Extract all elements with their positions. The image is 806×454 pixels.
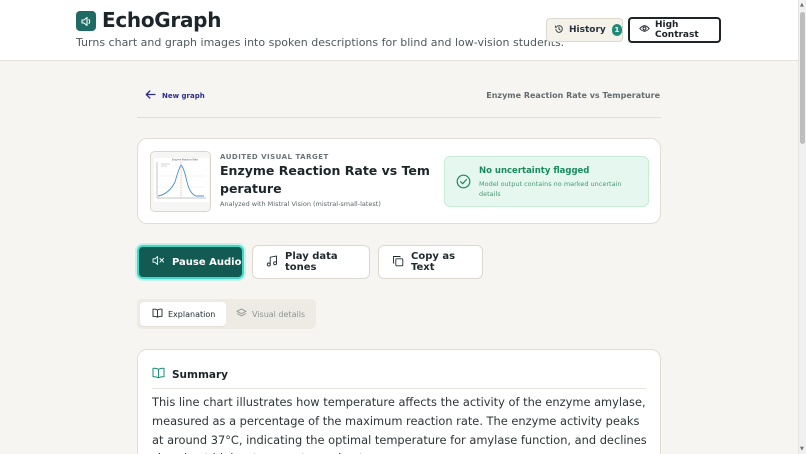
summary-heading: Summary	[152, 367, 228, 382]
pause-audio-label: Pause Audio	[172, 256, 242, 268]
svg-text:Enzyme Reaction Rate: Enzyme Reaction Rate	[172, 159, 198, 162]
book-open-icon	[152, 367, 165, 382]
divider	[137, 117, 661, 118]
uncertainty-text: Model output contains no marked uncertai…	[479, 180, 622, 198]
book-icon	[152, 308, 163, 320]
play-data-tones-label: Play data tones	[285, 251, 338, 273]
uncertainty-title: No uncertainty flagged	[479, 166, 590, 176]
high-contrast-label: High Contrast	[655, 20, 699, 40]
analysis-model-label: Analyzed with Mistral Vision (mistral-sm…	[220, 200, 381, 208]
copy-as-text-button[interactable]: Copy as Text	[378, 245, 483, 279]
card-eyebrow: AUDITED VISUAL TARGET	[220, 153, 329, 161]
play-data-tones-button[interactable]: Play data tones	[252, 245, 370, 279]
arrow-left-icon	[145, 90, 156, 101]
tab-explanation[interactable]: Explanation	[140, 302, 226, 326]
copy-icon	[392, 255, 404, 270]
app-header: EchoGraph Turns chart and graph images i…	[0, 0, 798, 61]
tab-explanation-label: Explanation	[168, 309, 216, 319]
summary-card: Summary This line chart illustrates how …	[137, 349, 661, 454]
history-button[interactable]: History 1	[546, 18, 623, 42]
history-label: History	[569, 25, 606, 35]
copy-as-text-label: Copy as Text	[411, 251, 456, 273]
history-count-badge: 1	[611, 24, 622, 36]
page-scrollbar[interactable]: ▲ ▼	[798, 0, 806, 454]
layers-icon	[236, 308, 247, 320]
check-circle-icon	[456, 174, 471, 189]
summary-text: This line chart illustrates how temperat…	[152, 395, 647, 454]
scroll-up-arrow-icon[interactable]: ▲	[800, 2, 804, 8]
high-contrast-button[interactable]: High Contrast	[628, 17, 721, 43]
speaker-muted-icon	[152, 255, 165, 269]
music-note-icon	[266, 254, 278, 270]
app-title: EchoGraph	[102, 8, 222, 32]
logo-icon	[76, 11, 96, 31]
scroll-down-arrow-icon[interactable]: ▼	[800, 446, 804, 452]
app-tagline: Turns chart and graph images into spoken…	[76, 36, 565, 49]
new-graph-label: New graph	[162, 91, 205, 100]
graph-thumbnail[interactable]: Enzyme Reaction Rate	[150, 151, 211, 212]
scroll-thumb[interactable]	[800, 12, 805, 144]
eye-icon	[639, 24, 650, 36]
breadcrumb-current-title: Enzyme Reaction Rate vs Temperature	[486, 91, 660, 100]
tab-visual-details[interactable]: Visual details	[236, 302, 305, 326]
pause-audio-button[interactable]: Pause Audio	[137, 245, 244, 279]
content-tabs: Explanation Visual details	[137, 299, 316, 329]
summary-title: Summary	[172, 368, 229, 381]
graph-title: Enzyme Reaction Rate vs Temperature	[220, 163, 430, 196]
uncertainty-status: No uncertainty flagged Model output cont…	[444, 156, 649, 207]
summary-divider	[152, 388, 646, 389]
history-icon	[554, 24, 564, 37]
tab-visual-details-label: Visual details	[252, 309, 306, 319]
audited-target-card: Enzyme Reaction Rate AUDITED VISUAL TARG…	[137, 138, 661, 224]
new-graph-link[interactable]: New graph	[145, 90, 205, 101]
